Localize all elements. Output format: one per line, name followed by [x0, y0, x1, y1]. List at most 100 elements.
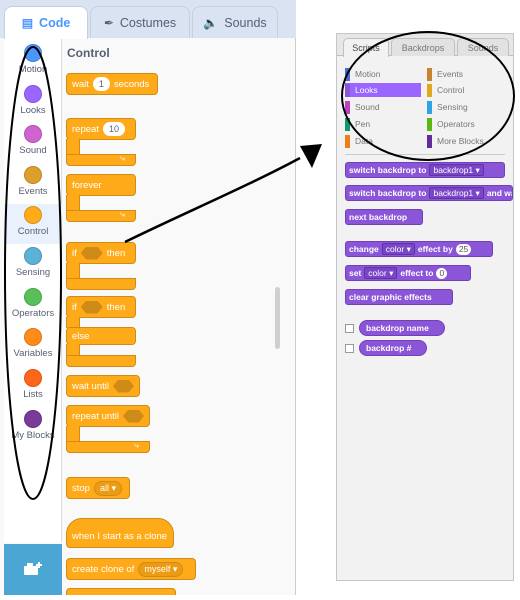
- backdrop-name-reporter[interactable]: backdrop name: [359, 320, 445, 336]
- category-control[interactable]: Control: [4, 204, 62, 244]
- forever-block[interactable]: forever ⤷: [66, 174, 136, 222]
- block-text: next backdrop: [349, 212, 408, 222]
- tab-costumes[interactable]: ✒ Costumes: [90, 6, 190, 38]
- category-lists[interactable]: Lists: [4, 367, 62, 407]
- category-label: Variables: [13, 348, 53, 359]
- repeat-block[interactable]: repeat 10 ⤷: [66, 118, 136, 168]
- variables-dot-icon: [24, 328, 42, 346]
- stop-block[interactable]: stop all ▾: [66, 477, 130, 499]
- block-text: if: [72, 247, 77, 259]
- effect-amount-input[interactable]: 25: [455, 243, 472, 255]
- create-clone-block[interactable]: create clone of myself ▾: [66, 558, 196, 580]
- block-text: repeat: [72, 123, 99, 135]
- category-events-s2[interactable]: Events: [427, 67, 507, 81]
- effect-value-input[interactable]: 0: [436, 267, 448, 279]
- category-variables[interactable]: Variables: [4, 326, 62, 366]
- category-sensing[interactable]: Sensing: [4, 245, 62, 285]
- block-text: then: [106, 247, 126, 259]
- effect-dropdown[interactable]: color ▾: [364, 267, 398, 279]
- if-then-block[interactable]: if then: [66, 242, 136, 290]
- block-text: create clone of: [72, 563, 135, 575]
- events-color-swatch: [427, 67, 432, 81]
- speaker-icon: 🔈: [203, 15, 219, 30]
- repeat-until-block[interactable]: repeat until ⤷: [66, 405, 150, 453]
- condition-slot[interactable]: [80, 300, 103, 314]
- tab-backdrops[interactable]: Backdrops: [391, 38, 455, 56]
- wait-seconds-input[interactable]: 1: [92, 77, 110, 91]
- scratch3-editor: ▤ Code ✒ Costumes 🔈 Sounds Motion Looks …: [0, 0, 296, 595]
- block-text: switch backdrop to: [349, 165, 427, 175]
- if-else-block[interactable]: if then else: [66, 296, 136, 374]
- comparison-arrow-head-icon: [300, 144, 322, 168]
- c-arm: [66, 263, 80, 279]
- backdrop-dropdown[interactable]: backdrop1 ▾: [429, 164, 484, 176]
- if-then-block-head: if then: [66, 242, 136, 264]
- loop-arrow-icon: ⤷: [120, 153, 126, 163]
- category-motion[interactable]: Motion: [4, 42, 62, 82]
- block-text: repeat until: [72, 410, 120, 422]
- category-looks-s2[interactable]: Looks: [345, 83, 421, 97]
- category-label: Motion: [18, 64, 48, 75]
- backdrop-number-reporter[interactable]: backdrop #: [359, 340, 427, 356]
- category-sound[interactable]: Sound: [4, 123, 62, 163]
- category-sensing-s2[interactable]: Sensing: [427, 100, 507, 114]
- condition-slot[interactable]: [123, 409, 144, 423]
- switch-backdrop-and-wait-block[interactable]: switch backdrop to backdrop1 ▾ and wait: [345, 185, 513, 201]
- tab-scripts[interactable]: Scripts: [343, 38, 389, 57]
- category-data-s2[interactable]: Data: [345, 134, 421, 148]
- set-effect-block[interactable]: set color ▾ effect to 0: [345, 265, 471, 281]
- tab-code-label: Code: [39, 16, 71, 30]
- effect-dropdown[interactable]: color ▾: [381, 243, 415, 255]
- category-pen-s2[interactable]: Pen: [345, 117, 421, 131]
- control-dot-icon: [24, 206, 42, 224]
- delete-clone-block[interactable]: [66, 588, 176, 595]
- category-more-blocks-s2[interactable]: More Blocks: [427, 134, 507, 148]
- palette-scrollbar[interactable]: [275, 287, 280, 349]
- category-label: Sound: [19, 145, 47, 156]
- category-operators-s2[interactable]: Operators: [427, 117, 507, 131]
- clear-graphic-effects-block[interactable]: clear graphic effects: [345, 289, 453, 305]
- category-motion-s2[interactable]: Motion: [345, 67, 421, 81]
- start-as-clone-hat-block[interactable]: when I start as a clone: [66, 518, 174, 548]
- category-divider: [345, 154, 505, 155]
- switch-backdrop-block[interactable]: switch backdrop to backdrop1 ▾: [345, 162, 505, 178]
- c-foot: [66, 154, 136, 166]
- clone-target-dropdown[interactable]: myself ▾: [138, 561, 184, 577]
- tab-code[interactable]: ▤ Code: [4, 6, 88, 39]
- tab-sounds-s2[interactable]: Sounds: [457, 38, 509, 56]
- backdrop-number-checkbox[interactable]: [345, 344, 354, 353]
- backdrop-dropdown[interactable]: backdrop1 ▾: [429, 187, 484, 199]
- category-label: Sound: [355, 102, 380, 112]
- tab-sounds[interactable]: 🔈 Sounds: [192, 6, 278, 38]
- repeat-count-input[interactable]: 10: [102, 122, 125, 136]
- block-text: wait until: [72, 380, 109, 392]
- c-arm: [66, 426, 80, 442]
- category-control-s2[interactable]: Control: [427, 83, 507, 97]
- code-icon: ▤: [21, 16, 34, 30]
- category-looks[interactable]: Looks: [4, 83, 62, 123]
- category-label: Operators: [437, 119, 475, 129]
- category-label: Pen: [355, 119, 371, 129]
- stop-option-dropdown[interactable]: all ▾: [93, 480, 123, 496]
- looks-color-swatch: [345, 83, 350, 97]
- next-backdrop-block[interactable]: next backdrop: [345, 209, 423, 225]
- category-sound-s2[interactable]: Sound: [345, 100, 421, 114]
- loop-arrow-icon: ⤷: [134, 440, 140, 450]
- change-effect-block[interactable]: change color ▾ effect by 25: [345, 241, 493, 257]
- scratch2-editor: Scripts Backdrops Sounds Motion Looks So…: [336, 33, 514, 581]
- wait-until-block[interactable]: wait until: [66, 375, 140, 397]
- category-events[interactable]: Events: [4, 164, 62, 204]
- backdrop-name-checkbox[interactable]: [345, 324, 354, 333]
- wait-block[interactable]: wait 1 seconds: [66, 73, 158, 95]
- my-blocks-dot-icon: [24, 410, 42, 428]
- motion-color-swatch: [345, 67, 350, 81]
- block-text: clear graphic effects: [349, 292, 432, 302]
- category-operators[interactable]: Operators: [4, 286, 62, 326]
- condition-slot[interactable]: [80, 246, 103, 260]
- category-my-blocks[interactable]: My Blocks: [4, 408, 62, 448]
- if-else-block-head: if then: [66, 296, 136, 318]
- add-extension-button[interactable]: [4, 544, 62, 595]
- repeat-until-block-head: repeat until: [66, 405, 150, 427]
- dropdown-value: color: [385, 244, 405, 254]
- condition-slot[interactable]: [112, 379, 134, 393]
